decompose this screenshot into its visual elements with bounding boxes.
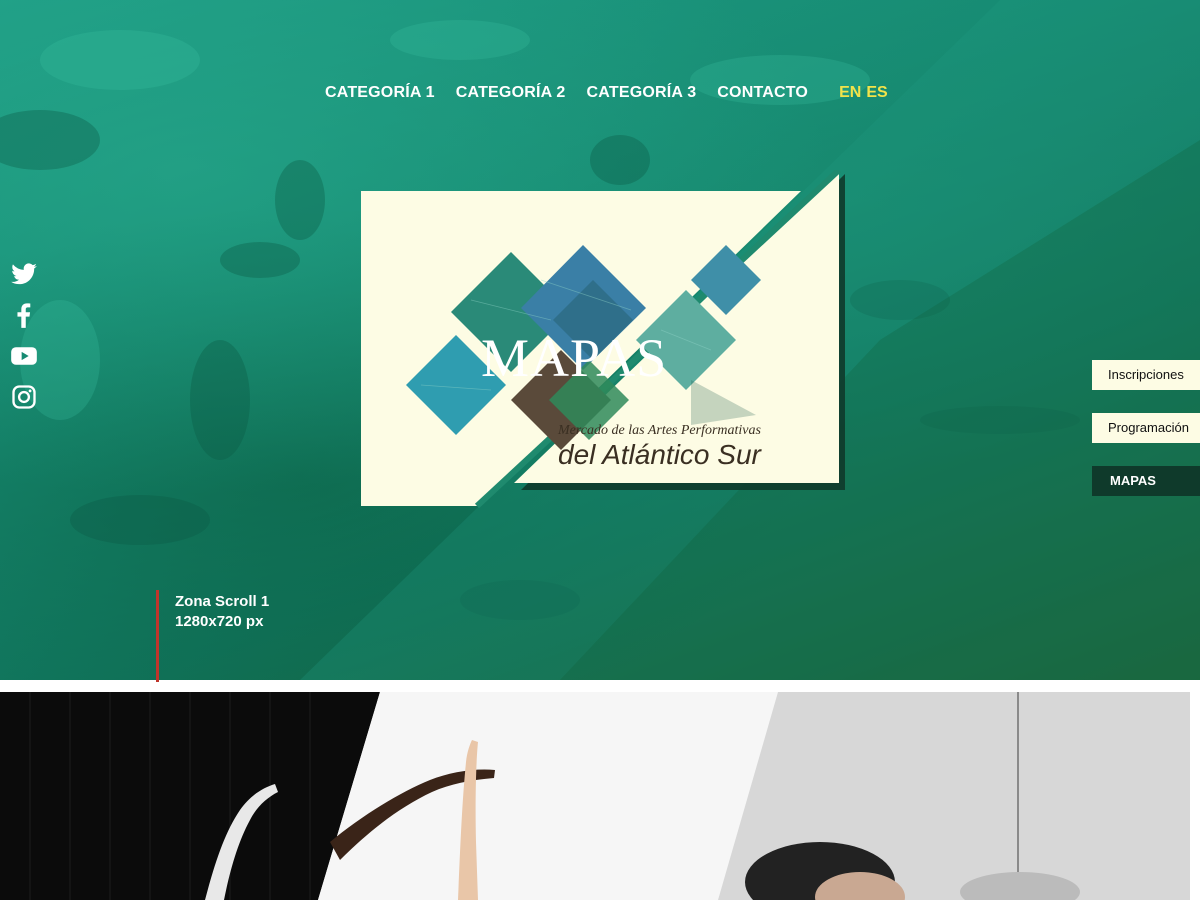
twitter-icon[interactable] [10, 260, 38, 288]
tab-mapas[interactable]: MAPAS [1092, 466, 1200, 496]
main-nav: CATEGORÍA 1 CATEGORÍA 2 CATEGORÍA 3 CONT… [325, 82, 888, 104]
photo-panels-graphic [0, 692, 1200, 900]
logo-subtitle: Mercado de las Artes Performativas [557, 423, 762, 438]
logo-title: MAPAS [481, 328, 667, 388]
photo-panels [0, 692, 1200, 900]
language-es[interactable]: ES [866, 84, 887, 102]
logo-tagline: del Atlántico Sur [558, 439, 763, 470]
scroll-zone-label: Zona Scroll 1 1280x720 px [175, 592, 269, 632]
hero-section: CATEGORÍA 1 CATEGORÍA 2 CATEGORÍA 3 CONT… [0, 0, 1200, 680]
youtube-icon[interactable] [10, 342, 38, 370]
nav-item-categoria-1[interactable]: CATEGORÍA 1 [325, 84, 435, 102]
facebook-icon[interactable] [10, 301, 38, 329]
scroll-zone-line2: 1280x720 px [175, 613, 264, 630]
nav-item-categoria-3[interactable]: CATEGORÍA 3 [587, 84, 697, 102]
tab-inscripciones[interactable]: Inscripciones [1092, 360, 1200, 390]
instagram-icon[interactable] [10, 383, 38, 411]
nav-item-categoria-2[interactable]: CATEGORÍA 2 [456, 84, 566, 102]
logo-graphic: MAPAS Mercado de las Artes Performativas… [361, 167, 845, 509]
tab-programacion[interactable]: Programación [1092, 413, 1200, 443]
mapas-logo-card: MAPAS Mercado de las Artes Performativas… [361, 167, 851, 510]
photo-panel-light [318, 692, 778, 900]
scroll-zone-line1: Zona Scroll 1 [175, 593, 270, 610]
social-links [10, 260, 38, 424]
scroll-zone-marker [156, 590, 159, 682]
nav-item-contacto[interactable]: CONTACTO [717, 84, 808, 102]
language-en[interactable]: EN [839, 84, 861, 102]
